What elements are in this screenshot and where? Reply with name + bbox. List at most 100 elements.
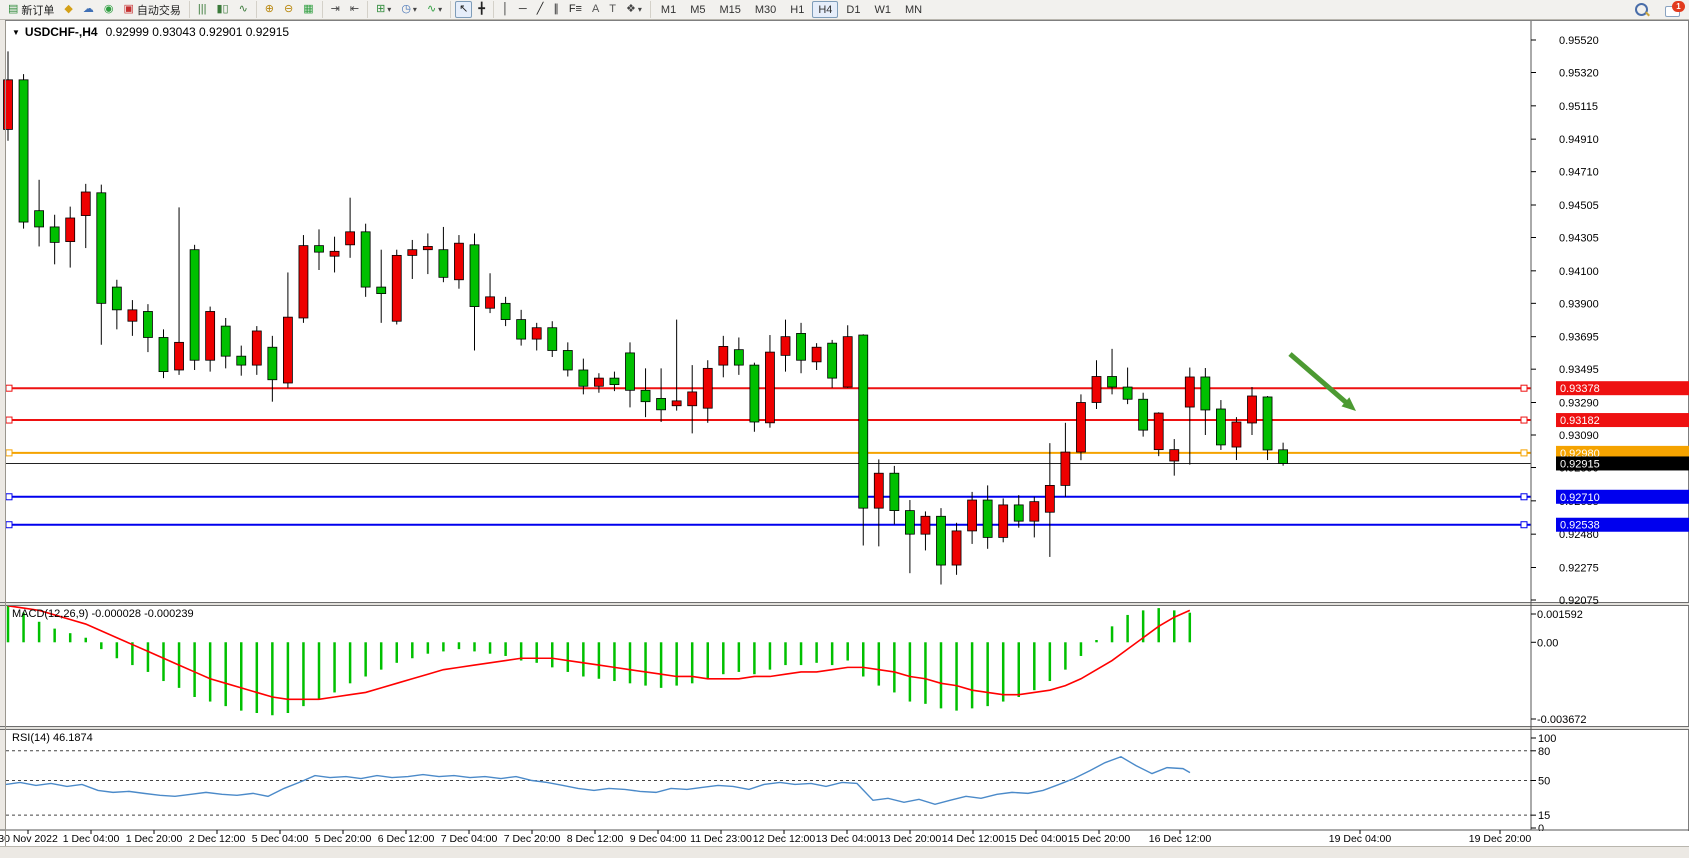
rsi-tick-label: 15 [1538,810,1550,822]
search-icon[interactable] [1635,3,1651,17]
time-axis-label: 1 Dec 04:00 [63,833,120,845]
zoom-out-button[interactable]: ⊖ [280,1,297,18]
symbol-label: USDCHF-,H4 [25,25,98,39]
candlestick-chart-icon: ▮▯ [216,2,228,17]
level-price-tag-text: 0.92710 [1560,492,1600,504]
line-handle[interactable] [6,450,12,456]
text-button[interactable]: A [588,1,603,18]
line-handle[interactable] [1521,494,1527,500]
toolbar-group-scroll: ⇥⇤ [322,1,367,18]
new-chart-icon: ⊞ [376,2,385,17]
new-order-button[interactable]: ▤新订单 [4,1,58,18]
market-button[interactable]: ◆ [60,1,76,18]
time-axis-label: 1 Dec 20:00 [126,833,183,845]
window-bottom-strip [0,846,1689,858]
timeframe-m1-button[interactable]: M1 [655,1,682,18]
auto-trading-icon: ▣ [123,2,133,17]
tile-windows-icon: ▦ [303,2,313,17]
timeframe-m30-button[interactable]: M30 [749,1,782,18]
price-tick-label: 0.94100 [1559,266,1599,278]
macd-tick-label: 0.00 [1537,637,1558,649]
auto-scroll-button[interactable]: ⇥ [327,1,344,18]
notifications-icon[interactable]: 1 [1665,4,1681,16]
timeframe-mn-button[interactable]: MN [899,1,928,18]
line-handle[interactable] [6,522,12,528]
rsi-name: RSI(14) [12,732,50,744]
line-handle[interactable] [6,385,12,391]
candle [859,335,868,508]
price-tick-label: 0.92075 [1559,595,1599,607]
cursor-arrow-button[interactable]: ↖ [455,1,472,18]
candle [734,350,743,365]
auto-trading-button[interactable]: ▣自动交易 [119,1,184,18]
text-label-button[interactable]: T [605,1,620,18]
level-price-tag-text: 0.93182 [1560,415,1600,427]
tile-windows-button[interactable]: ▦ [299,1,317,18]
line-handle[interactable] [6,494,12,500]
candle [470,245,479,307]
line-chart-button[interactable]: ∿ [235,1,252,18]
candle [874,473,883,508]
candle [781,337,790,356]
timeframe-h1-button[interactable]: H1 [784,1,810,18]
period-selector-button[interactable]: ◷▾ [397,1,421,18]
price-tick-label: 0.94505 [1559,200,1599,212]
chevron-down-icon: ▾ [438,5,442,14]
bar-chart-button[interactable]: ||| [194,1,211,18]
trendline-icon: ╱ [537,2,544,17]
chart-canvas[interactable]: 0.955200.953200.951150.949100.947100.945… [0,0,1689,858]
timeframe-h4-button[interactable]: H4 [812,1,838,18]
new-chart-button[interactable]: ⊞▾ [372,1,395,18]
time-axis-label: 6 Dec 12:00 [378,833,435,845]
collapse-icon[interactable]: ▼ [12,28,20,37]
candlestick-chart-button[interactable]: ▮▯ [212,1,232,18]
rsi-tick-label: 50 [1538,776,1550,788]
vps-button[interactable]: ◉ [100,1,118,18]
ohlc-quote: 0.92999 0.93043 0.92901 0.92915 [106,25,290,39]
horizontal-line-button[interactable]: ─ [515,1,531,18]
arrow-objects-button[interactable]: ❖▾ [622,1,646,18]
line-handle[interactable] [1521,417,1527,423]
line-handle[interactable] [1521,522,1527,528]
candle [1139,399,1148,430]
time-axis-label: 15 Dec 04:00 [1005,833,1068,845]
candle [237,356,246,365]
trend-arrow[interactable] [1290,354,1348,404]
equidistant-channel-button[interactable]: ∥ [549,1,563,18]
time-axis-label: 7 Dec 20:00 [504,833,561,845]
line-handle[interactable] [1521,450,1527,456]
line-handle[interactable] [1521,385,1527,391]
toolbar-group-zoom: ⊕ ⊖ ▦ [256,1,322,18]
vertical-line-button[interactable]: │ [498,1,513,18]
timeframe-w1-button[interactable]: W1 [868,1,897,18]
indicators-icon: ∿ [427,2,436,17]
fibonacci-button[interactable]: F≡ [565,1,586,18]
timeframe-m15-button[interactable]: M15 [713,1,746,18]
rsi-line [6,757,1190,805]
zoom-in-button[interactable]: ⊕ [261,1,278,18]
line-handle[interactable] [6,417,12,423]
toolbar-right: 1 [1635,3,1689,17]
time-axis-label: 16 Dec 12:00 [1149,833,1212,845]
timeframe-m5-button[interactable]: M5 [684,1,711,18]
candle [1092,376,1101,402]
candle [19,80,28,222]
line-chart-icon: ∿ [239,2,248,17]
chart-symbol-title: ▼ USDCHF-,H4 0.92999 0.93043 0.92901 0.929… [12,25,289,39]
candle [983,500,992,537]
timeframe-d1-button[interactable]: D1 [840,1,866,18]
candle [283,317,292,383]
price-tick-label: 0.93900 [1559,298,1599,310]
time-axis-label: 8 Dec 12:00 [567,833,624,845]
crosshair-button[interactable]: ╋ [474,1,489,18]
crosshair-icon: ╋ [478,2,485,17]
zoom-out-icon: ⊖ [284,2,293,17]
signals-button[interactable]: ☁ [79,1,98,18]
toolbar: ▤新订单◆☁◉▣自动交易|||▮▯∿⊕⊖▦⇥⇤⊞▾◷▾∿▾↖╋│─╱∥F≡AT❖… [0,0,1689,20]
trendline-button[interactable]: ╱ [533,1,548,18]
chart-shift-button[interactable]: ⇤ [346,1,363,18]
candle [952,531,961,565]
indicators-button[interactable]: ∿▾ [423,1,446,18]
price-tick-label: 0.93290 [1559,397,1599,409]
price-tick-label: 0.95115 [1559,101,1598,113]
